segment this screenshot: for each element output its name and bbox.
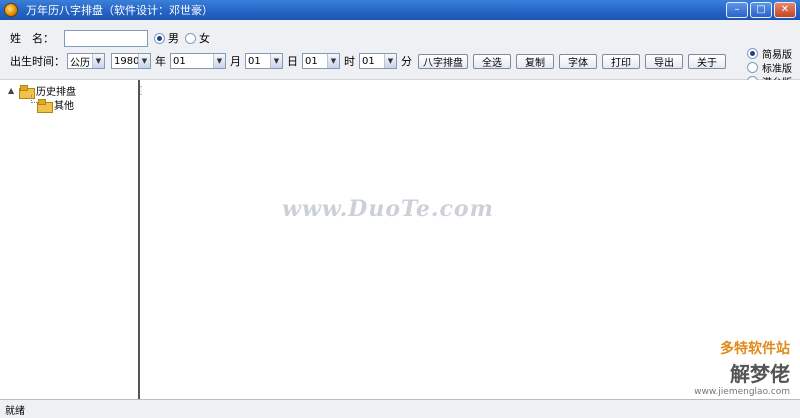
status-text: 就绪: [5, 405, 25, 417]
brand-line2: 解梦佬: [730, 362, 790, 386]
expand-toggle-icon[interactable]: ▲: [8, 86, 16, 95]
app-icon: [4, 3, 18, 17]
chevron-down-icon[interactable]: ▼: [213, 54, 225, 68]
tree-item-other-label: 其他: [54, 101, 74, 112]
brand-watermark: 多特软件站 解梦佬 www.jiemenglao.com: [694, 338, 790, 397]
brand-line1: 多特软件站: [720, 341, 790, 357]
font-button[interactable]: 字体: [559, 53, 597, 69]
edition-standard-label: 标准版: [762, 64, 792, 75]
bazi-button[interactable]: 八字排盘: [418, 53, 468, 69]
day-unit: 日: [287, 55, 298, 68]
gender-female-option[interactable]: 女: [185, 30, 210, 46]
edition-standard[interactable]: 标准版: [747, 61, 792, 75]
folder-icon: [37, 98, 53, 113]
hour-select[interactable]: 01 ▼: [302, 53, 340, 69]
close-button[interactable]: ✕: [774, 2, 796, 18]
window-title: 万年历八字排盘（软件设计：邓世豪）: [26, 4, 213, 17]
birth-row: 出生时间： 公历 ▼ 1980 ▼ 年 01 ▼ 月 01 ▼ 日 01 ▼ 时…: [10, 52, 731, 70]
gender-female-label: 女: [199, 32, 210, 45]
month-select[interactable]: 01 ▼: [170, 53, 226, 69]
radio-simple[interactable]: [747, 48, 758, 59]
watermark-text: www.DuoTe.com: [282, 196, 494, 222]
hour-unit: 时: [344, 55, 355, 68]
calendar-select[interactable]: 公历 ▼: [67, 53, 105, 69]
minimize-button[interactable]: –: [726, 2, 748, 18]
select-all-button[interactable]: 全选: [473, 53, 511, 69]
radio-standard[interactable]: [747, 62, 758, 73]
chevron-down-icon[interactable]: ▼: [327, 54, 339, 68]
status-bar: 就绪: [0, 399, 800, 418]
name-row: 姓 名： 男 女: [10, 29, 210, 47]
chevron-down-icon[interactable]: ▼: [138, 54, 150, 68]
brand-line3: www.jiemenglao.com: [694, 387, 790, 397]
year-unit: 年: [155, 55, 166, 68]
name-label: 姓 名：: [10, 32, 54, 45]
edition-simple[interactable]: 简易版: [747, 47, 792, 61]
day-select[interactable]: 01 ▼: [245, 53, 283, 69]
gender-male-option[interactable]: 男: [154, 30, 179, 46]
name-input[interactable]: [64, 29, 148, 47]
edition-simple-label: 简易版: [762, 50, 792, 61]
about-button[interactable]: 关于: [688, 53, 726, 69]
history-tree: ▲ 历史排盘 其他: [2, 80, 140, 399]
minute-select[interactable]: 01 ▼: [359, 53, 397, 69]
radio-female[interactable]: [185, 32, 196, 44]
radio-male[interactable]: [154, 32, 165, 44]
gender-male-label: 男: [168, 32, 179, 45]
year-select[interactable]: 1980 ▼: [111, 53, 151, 69]
tree-item-history[interactable]: ▲ 历史排盘: [8, 83, 76, 99]
minute-unit: 分: [401, 55, 412, 68]
maximize-button[interactable]: □: [750, 2, 772, 18]
title-bar: 万年历八字排盘（软件设计：邓世豪） – □ ✕: [0, 0, 800, 20]
chevron-down-icon[interactable]: ▼: [270, 54, 282, 68]
birth-label: 出生时间：: [10, 55, 65, 68]
window-controls: – □ ✕: [726, 2, 796, 18]
export-button[interactable]: 导出: [645, 53, 683, 69]
input-panel: 姓 名： 男 女 出生时间： 公历 ▼ 1980 ▼ 年 01 ▼ 月 01 ▼: [0, 20, 800, 95]
print-button[interactable]: 打印: [602, 53, 640, 69]
month-unit: 月: [230, 55, 241, 68]
tree-item-history-label: 历史排盘: [36, 87, 76, 98]
chevron-down-icon[interactable]: ▼: [92, 54, 104, 68]
tree-item-other[interactable]: 其他: [37, 97, 74, 113]
copy-button[interactable]: 复制: [516, 53, 554, 69]
chevron-down-icon[interactable]: ▼: [384, 54, 396, 68]
